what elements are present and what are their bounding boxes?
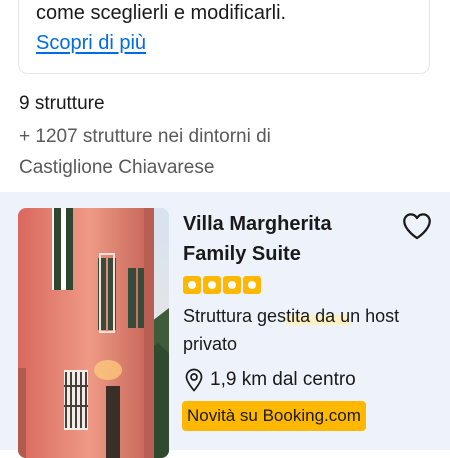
- results-count: 9 strutture: [19, 93, 105, 114]
- property-name[interactable]: Villa Margherita Family Suite: [183, 209, 383, 269]
- distance-row: 1,9 km dal centro: [184, 366, 356, 394]
- map-pin-icon: [185, 368, 203, 392]
- host-type-highlight: tita da u: [286, 306, 351, 326]
- new-on-booking-badge: Novità su Booking.com: [182, 401, 366, 431]
- host-type-part: Struttura ges: [183, 306, 287, 326]
- star-icon: [223, 276, 241, 294]
- star-icon: [183, 276, 201, 294]
- star-icon: [243, 276, 261, 294]
- distance-text: 1,9 km dal centro: [210, 369, 356, 390]
- host-type-text: Struttura gestita da un host privato: [183, 302, 403, 358]
- property-photo[interactable]: [18, 208, 169, 458]
- heart-outline-icon[interactable]: [400, 209, 434, 243]
- star-rating: [183, 276, 261, 296]
- learn-more-link[interactable]: Scopri di più: [36, 30, 146, 56]
- nearby-results-text: + 1207 strutture nei dintorni di Castigl…: [19, 126, 271, 178]
- property-card[interactable]: Villa Margherita Family Suite Struttura …: [0, 192, 450, 458]
- info-text: come sceglierli e modificarli.: [36, 2, 287, 24]
- star-icon: [203, 276, 221, 294]
